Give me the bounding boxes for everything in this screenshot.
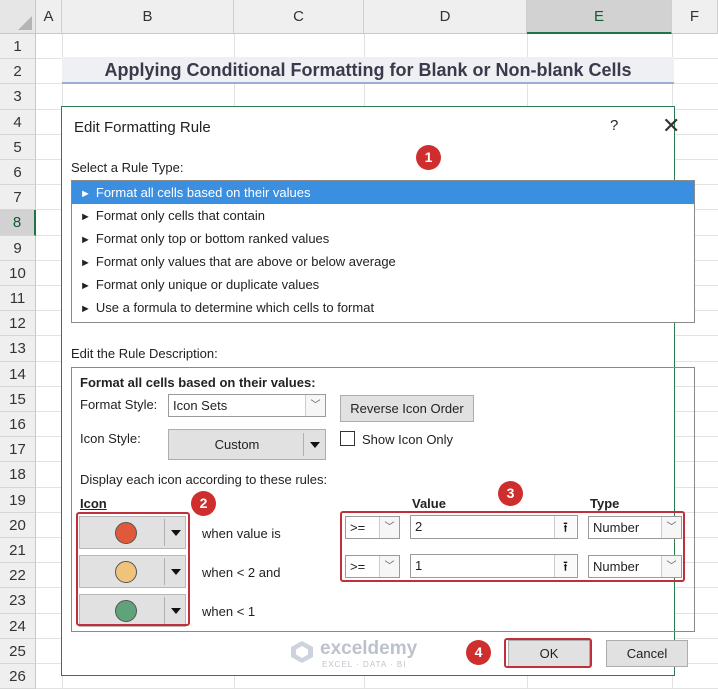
row-header[interactable]: 23 [0, 588, 36, 614]
column-header-f[interactable]: F [672, 0, 718, 34]
select-all-corner[interactable] [0, 0, 36, 34]
show-icon-only-label: Show Icon Only [362, 432, 454, 447]
list-item[interactable]: ► Format only top or bottom ranked values [72, 227, 694, 250]
value-column-header: Value [412, 496, 446, 511]
column-header-d[interactable]: D [364, 0, 527, 34]
reverse-icon-order-button[interactable]: Reverse Icon Order [340, 395, 474, 422]
row-header[interactable]: 16 [0, 412, 36, 437]
row-header[interactable]: 20 [0, 513, 36, 538]
row-header[interactable]: 4 [0, 110, 36, 135]
close-icon[interactable]: ✕ [662, 113, 680, 139]
description-heading: Format all cells based on their values: [80, 375, 316, 390]
row-header[interactable]: 1 [0, 34, 36, 59]
row-header[interactable]: 3 [0, 84, 36, 110]
icon-column-header: Icon [80, 496, 107, 511]
highlight-box-ok [504, 638, 592, 668]
list-item[interactable]: ► Format all cells based on their values [72, 181, 694, 204]
format-style-select[interactable]: Icon Sets ﹀ [168, 394, 326, 417]
cancel-button[interactable]: Cancel [606, 640, 688, 667]
column-header-e[interactable]: E [527, 0, 672, 34]
select-rule-type-label: Select a Rule Type: [71, 160, 184, 175]
row-header[interactable]: 11 [0, 286, 36, 311]
help-button[interactable]: ? [610, 117, 618, 134]
exceldemy-watermark: exceldemy EXCEL · DATA · BI [288, 636, 448, 670]
row-header[interactable]: 19 [0, 488, 36, 513]
watermark-tagline: EXCEL · DATA · BI [322, 660, 407, 669]
row-header[interactable]: 12 [0, 311, 36, 336]
row-header[interactable]: 9 [0, 236, 36, 261]
row-header[interactable]: 22 [0, 563, 36, 588]
edit-rule-description-label: Edit the Rule Description: [71, 346, 218, 361]
row-header[interactable]: 14 [0, 362, 36, 387]
row-header[interactable]: 24 [0, 614, 36, 639]
list-item[interactable]: ► Format only unique or duplicate values [72, 273, 694, 296]
dialog-title: Edit Formatting Rule [74, 119, 211, 136]
column-header-c[interactable]: C [234, 0, 364, 34]
chevron-down-icon[interactable]: ﹀ [305, 395, 325, 416]
row-header[interactable]: 8 [0, 210, 36, 236]
row-header[interactable]: 13 [0, 336, 36, 362]
row-header[interactable]: 7 [0, 185, 36, 210]
row-header[interactable]: 10 [0, 261, 36, 286]
icon-style-label: Icon Style: [80, 431, 141, 446]
list-item[interactable]: ► Format only values that are above or be… [72, 250, 694, 273]
row-header[interactable]: 17 [0, 437, 36, 462]
row-header[interactable]: 18 [0, 462, 36, 488]
icon-rule-text: when < 1 [202, 604, 256, 619]
list-item[interactable]: ► Use a formula to determine which cells … [72, 296, 694, 319]
row-header[interactable]: 25 [0, 639, 36, 664]
exceldemy-logo-icon [291, 641, 313, 663]
row-header[interactable]: 26 [0, 664, 36, 689]
dropdown-arrow-icon[interactable] [310, 442, 320, 448]
icon-rule-text: when < 2 and [202, 565, 281, 580]
row-header[interactable]: 21 [0, 538, 36, 563]
divider [303, 433, 304, 456]
sheet-title: Applying Conditional Formatting for Blan… [62, 57, 674, 84]
watermark-name: exceldemy [320, 638, 418, 659]
show-icon-only-checkbox[interactable] [340, 431, 355, 446]
row-header[interactable]: 2 [0, 59, 36, 84]
step-badge-2: 2 [191, 491, 216, 516]
row-header[interactable]: 15 [0, 387, 36, 412]
step-badge-3: 3 [498, 481, 523, 506]
type-column-header: Type [590, 496, 620, 511]
row-header[interactable]: 6 [0, 160, 36, 185]
column-header-b[interactable]: B [62, 0, 234, 34]
highlight-box-values [340, 511, 685, 582]
step-badge-4: 4 [466, 640, 491, 665]
format-style-label: Format Style: [80, 397, 158, 412]
display-rules-label: Display each icon according to these rul… [80, 472, 328, 487]
row-header[interactable]: 5 [0, 135, 36, 160]
highlight-box-icons [76, 512, 190, 626]
icon-style-select[interactable]: Custom [168, 429, 326, 460]
column-header-a[interactable]: A [36, 0, 62, 34]
list-item[interactable]: ► Format only cells that contain [72, 204, 694, 227]
step-badge-1: 1 [416, 145, 441, 170]
rule-type-list[interactable]: ► Format all cells based on their values … [71, 180, 695, 323]
icon-rule-text: when value is [202, 526, 281, 541]
